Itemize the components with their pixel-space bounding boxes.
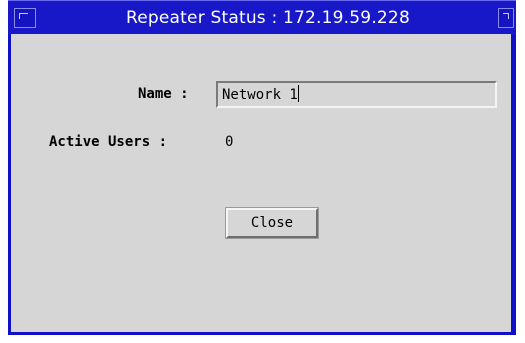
active-users-label: Active Users : xyxy=(49,134,168,150)
title-bar[interactable]: Repeater Status : 172.19.59.228 xyxy=(8,0,516,35)
window-title: Repeater Status : 172.19.59.228 xyxy=(126,8,410,28)
repeater-status-dialog: Repeater Status : 172.19.59.228 Name : N… xyxy=(8,0,516,335)
name-input[interactable]: Network 1 xyxy=(216,81,497,108)
dialog-body: Name : Network 1 Active Users : 0 Close xyxy=(11,34,511,332)
window-menu-icon[interactable] xyxy=(14,8,36,28)
close-button[interactable]: Close xyxy=(225,207,319,239)
active-users-value: 0 xyxy=(225,134,234,150)
text-caret xyxy=(297,85,299,102)
name-label: Name : xyxy=(138,86,189,102)
window-maximize-icon[interactable] xyxy=(498,8,514,28)
name-input-value: Network 1 xyxy=(222,87,298,103)
